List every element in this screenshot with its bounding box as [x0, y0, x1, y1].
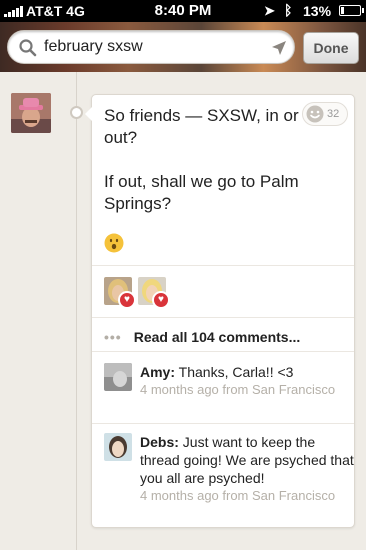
battery-icon	[339, 5, 364, 16]
done-button[interactable]: Done	[303, 32, 359, 64]
surprised-emoji-icon	[104, 233, 124, 253]
like-count: 32	[327, 108, 340, 120]
smile-icon	[306, 105, 324, 123]
comment-author[interactable]: Amy:	[140, 364, 175, 380]
status-bar: AT&T 4G 8:40 PM ➤ ᛒ 13%	[0, 0, 366, 22]
commenter-avatar[interactable]	[104, 363, 132, 391]
heart-icon: ♥	[118, 291, 136, 309]
comment-text: Thanks, Carla!! <3	[178, 364, 294, 380]
divider	[92, 265, 354, 266]
comment-meta: 4 months ago from San Francisco	[140, 382, 336, 397]
more-dots-icon: •••	[104, 329, 122, 345]
divider	[92, 351, 354, 352]
read-all-comments-link[interactable]: ••• Read all 104 comments...	[104, 329, 300, 345]
location-arrow-icon: ➤	[264, 3, 275, 18]
comment-meta: 4 months ago from San Francisco	[140, 488, 336, 503]
comment-body: Amy: Thanks, Carla!! <3 4 months ago fro…	[140, 363, 354, 399]
divider	[92, 317, 354, 318]
post-text: So friends — SXSW, in or out? If out, sh…	[104, 105, 300, 215]
liker-avatar[interactable]: ♥	[104, 277, 136, 309]
comment-body: Debs: Just want to keep the thread going…	[140, 433, 354, 505]
card-pointer	[85, 107, 92, 121]
post-line-2: If out, shall we go to Palm Springs?	[104, 172, 299, 213]
search-icon	[19, 39, 37, 57]
location-arrow-icon[interactable]	[271, 40, 287, 56]
post-card: So friends — SXSW, in or out? If out, sh…	[85, 94, 355, 528]
liker-avatar[interactable]: ♥	[138, 277, 170, 309]
search-input[interactable]: february sxsw	[7, 30, 295, 64]
search-header: february sxsw Done	[0, 22, 366, 72]
divider	[92, 423, 354, 424]
timeline-line	[76, 72, 77, 550]
battery-percent: 13%	[303, 3, 332, 19]
commenter-avatar[interactable]	[104, 433, 132, 461]
bluetooth-icon: ᛒ	[284, 2, 293, 18]
comment-author[interactable]: Debs:	[140, 434, 179, 450]
read-all-comments-label: Read all 104 comments...	[133, 329, 301, 345]
like-button[interactable]: 32	[302, 102, 348, 126]
search-query: february sxsw	[44, 38, 143, 55]
heart-icon: ♥	[152, 291, 170, 309]
post-line-1: So friends — SXSW, in or out?	[104, 106, 299, 147]
avatar[interactable]	[11, 93, 51, 133]
timeline-dot	[70, 106, 83, 119]
